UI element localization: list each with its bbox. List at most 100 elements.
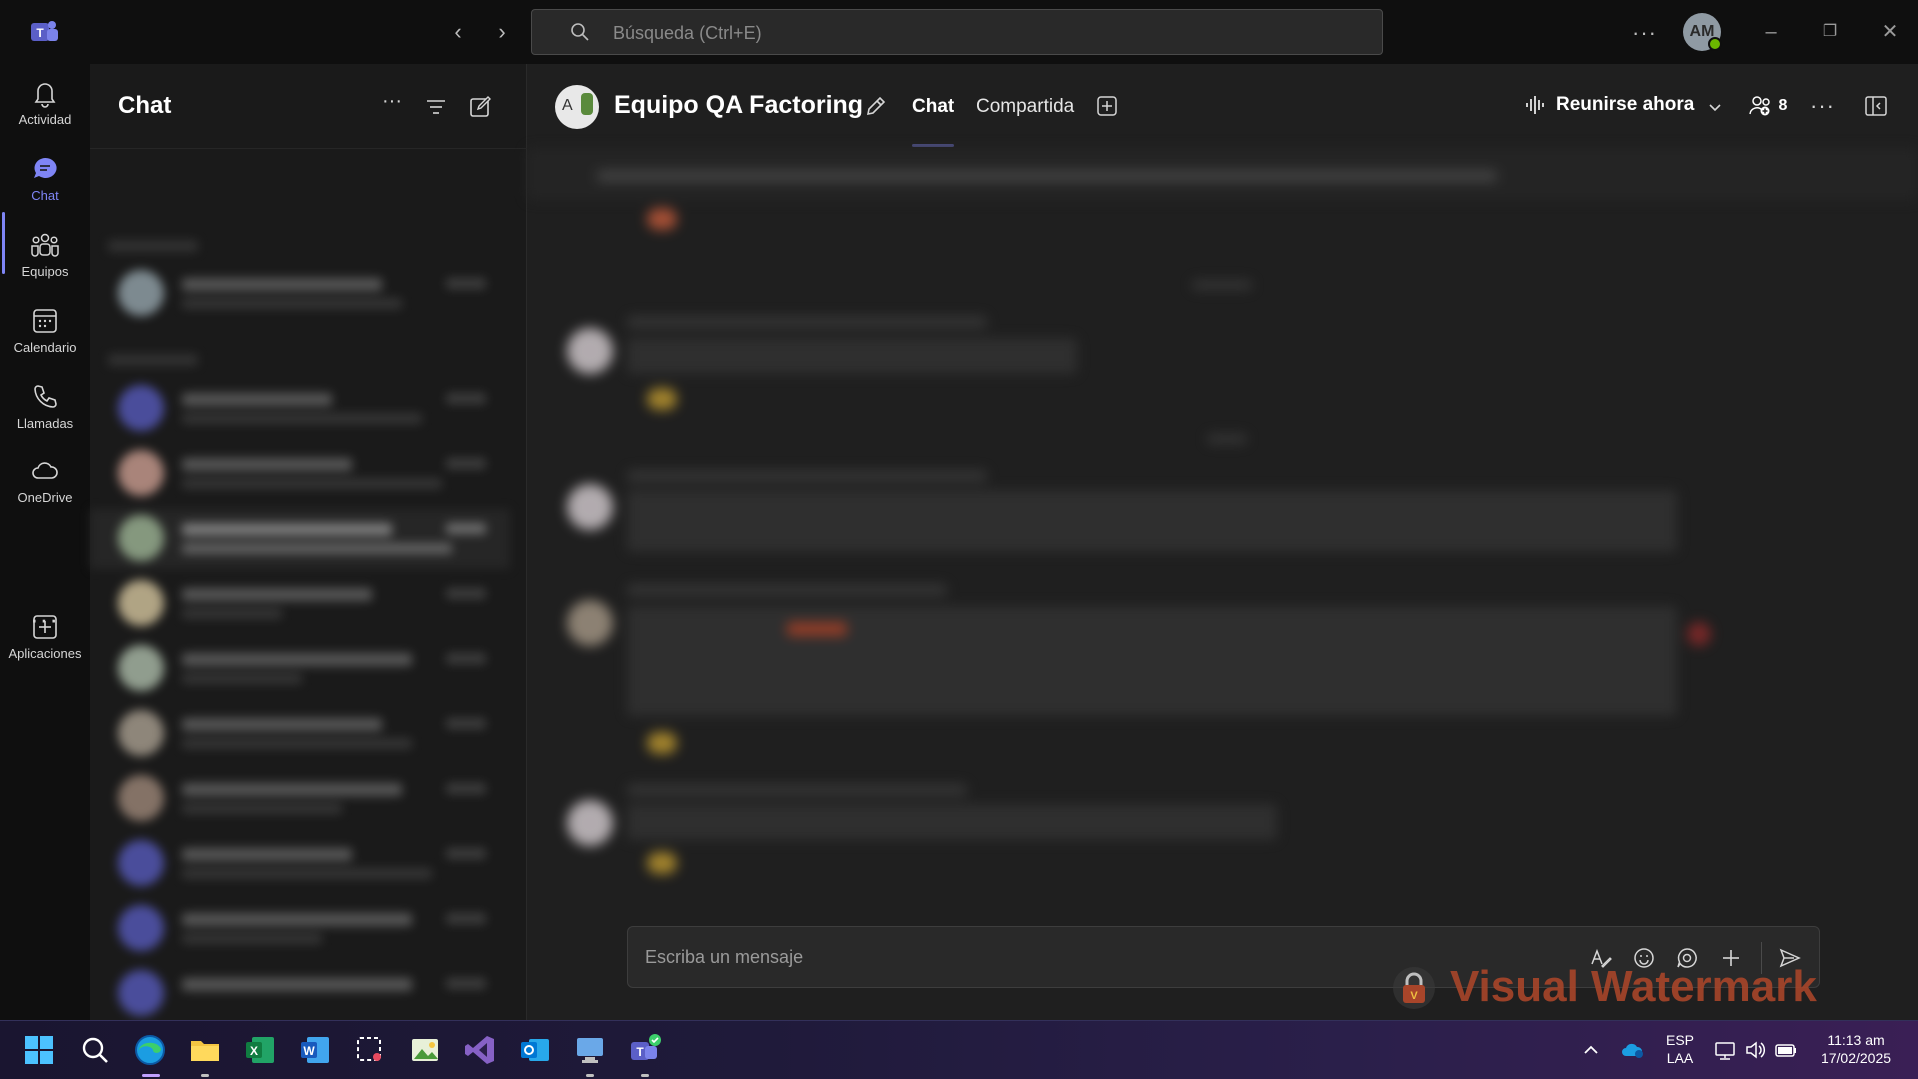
title-bar: T ‹ › Búsqueda (Ctrl+E) ··· AM – ❐ ✕ — [0, 0, 1918, 64]
conversation-blurred — [527, 148, 1918, 908]
list-item[interactable] — [90, 379, 510, 439]
phone-icon — [34, 385, 57, 408]
rail-label: Equipos — [21, 264, 69, 279]
file-explorer-icon[interactable] — [188, 1033, 222, 1067]
taskbar: X W T ESP LAA 11:13 am 17/02/2025 — [0, 1020, 1918, 1079]
chat-list-blurred — [90, 164, 527, 1024]
rail-item-calendario[interactable]: Calendario — [0, 300, 90, 370]
rail-item-aplicaciones[interactable]: Aplicaciones — [0, 606, 90, 676]
rail-item-equipos[interactable]: Equipos — [0, 224, 90, 294]
rail-label: Actividad — [18, 112, 72, 127]
list-item[interactable] — [90, 769, 510, 829]
search-placeholder[interactable]: Búsqueda (Ctrl+E) — [613, 23, 762, 44]
chevron-down-icon[interactable] — [1706, 98, 1724, 116]
people-icon — [1749, 96, 1770, 116]
bell-icon — [34, 83, 56, 108]
search-icon[interactable] — [78, 1033, 112, 1067]
add-tab-icon[interactable] — [1096, 95, 1118, 117]
svg-text:W: W — [303, 1044, 315, 1058]
windows-start-icon[interactable] — [22, 1033, 56, 1067]
list-item[interactable] — [90, 704, 510, 764]
svg-text:T: T — [636, 1045, 644, 1059]
network-icon[interactable] — [1714, 1039, 1736, 1061]
list-item[interactable] — [90, 834, 510, 894]
add-app-icon — [33, 615, 57, 639]
edit-pencil-icon[interactable] — [864, 94, 888, 118]
chat-list-title: Chat — [118, 92, 172, 119]
svg-text:V: V — [1410, 990, 1418, 1002]
new-chat-icon[interactable] — [468, 95, 492, 119]
chat-more-button[interactable]: ··· — [382, 90, 406, 114]
edge-browser-icon[interactable] — [133, 1033, 167, 1067]
list-item[interactable] — [90, 639, 510, 699]
meet-now-button[interactable]: Reunirse ahora — [1524, 94, 1694, 120]
list-item[interactable] — [90, 509, 510, 569]
rail-item-chat[interactable]: Chat — [0, 148, 90, 218]
settings-more-button[interactable]: ··· — [1632, 20, 1657, 46]
rail-label: Calendario — [13, 340, 77, 355]
rail-item-llamadas[interactable]: Llamadas — [0, 376, 90, 446]
close-icon[interactable]: ✕ — [1876, 18, 1904, 46]
watermark-text: Visual Watermark — [1450, 962, 1817, 1011]
rail-label: Aplicaciones — [8, 646, 82, 661]
app-rail: Actividad Chat Equipos Calendario Llamad… — [0, 64, 90, 1020]
clock[interactable]: 11:13 am 17/02/2025 — [1808, 1031, 1904, 1067]
visual-studio-icon[interactable] — [463, 1033, 497, 1067]
minimize-icon[interactable]: – — [1757, 18, 1785, 46]
restore-icon[interactable]: ❐ — [1816, 18, 1844, 46]
list-item[interactable] — [90, 574, 510, 634]
image-viewer-icon[interactable] — [408, 1033, 442, 1067]
search-icon — [571, 23, 589, 41]
onedrive-cloud-icon[interactable] — [1620, 1039, 1646, 1061]
side-panel-icon[interactable] — [1864, 95, 1888, 117]
remote-desktop-icon[interactable] — [573, 1033, 607, 1067]
teams-taskbar-icon[interactable]: T — [628, 1033, 662, 1067]
forward-arrow-icon[interactable]: › — [490, 20, 514, 44]
list-item[interactable] — [90, 264, 510, 324]
app-indicator — [641, 1074, 649, 1077]
rail-item-actividad[interactable]: Actividad — [0, 72, 90, 142]
cloud-icon — [32, 462, 58, 479]
excel-icon[interactable]: X — [243, 1033, 277, 1067]
channel-view: A Equipo QA Factoring Chat Compartida Re… — [527, 64, 1918, 1020]
message-input[interactable]: Escriba un mensaje — [645, 947, 803, 968]
participants-button[interactable]: 8 — [1748, 94, 1787, 118]
chevron-up-icon[interactable] — [1582, 1043, 1600, 1057]
divider — [90, 148, 527, 149]
app-indicator — [586, 1074, 594, 1077]
list-item[interactable] — [90, 899, 510, 959]
tab-chat[interactable]: Chat — [912, 96, 954, 118]
section-header — [108, 240, 198, 252]
battery-icon[interactable] — [1774, 1039, 1798, 1061]
rail-label: OneDrive — [17, 490, 73, 505]
rail-label: Llamadas — [16, 416, 74, 431]
rail-item-onedrive[interactable]: OneDrive — [0, 450, 90, 520]
chat-icon — [34, 157, 57, 178]
tab-compartida[interactable]: Compartida — [976, 96, 1074, 118]
list-item[interactable] — [90, 444, 510, 504]
filter-icon[interactable] — [424, 95, 448, 119]
teams-logo-icon[interactable]: T — [29, 18, 59, 46]
volume-icon[interactable] — [1744, 1039, 1766, 1061]
list-item[interactable] — [90, 964, 510, 1024]
active-tab-indicator — [912, 144, 954, 147]
outlook-icon[interactable] — [518, 1033, 552, 1067]
keyboard-layout: LAA — [1666, 1050, 1694, 1066]
channel-avatar-letter: A — [562, 97, 573, 114]
app-indicator — [201, 1074, 209, 1077]
search-bar[interactable]: Búsqueda (Ctrl+E) — [531, 9, 1383, 55]
channel-title: Equipo QA Factoring — [614, 91, 864, 119]
channel-avatar[interactable]: A — [555, 85, 599, 129]
rail-label: Chat — [31, 188, 59, 203]
word-icon[interactable]: W — [298, 1033, 332, 1067]
snipping-tool-icon[interactable] — [353, 1033, 387, 1067]
chat-list-panel: Chat ··· — [90, 64, 527, 1020]
svg-text:X: X — [250, 1044, 258, 1058]
channel-more-button[interactable]: ··· — [1810, 93, 1835, 119]
clock-date: 17/02/2025 — [1820, 1050, 1892, 1066]
audio-wave-icon — [1526, 96, 1544, 114]
input-language[interactable]: ESP LAA — [1664, 1031, 1696, 1067]
channel-header: A Equipo QA Factoring Chat Compartida Re… — [527, 64, 1918, 148]
active-app-indicator — [142, 1074, 160, 1077]
back-arrow-icon[interactable]: ‹ — [446, 20, 470, 44]
